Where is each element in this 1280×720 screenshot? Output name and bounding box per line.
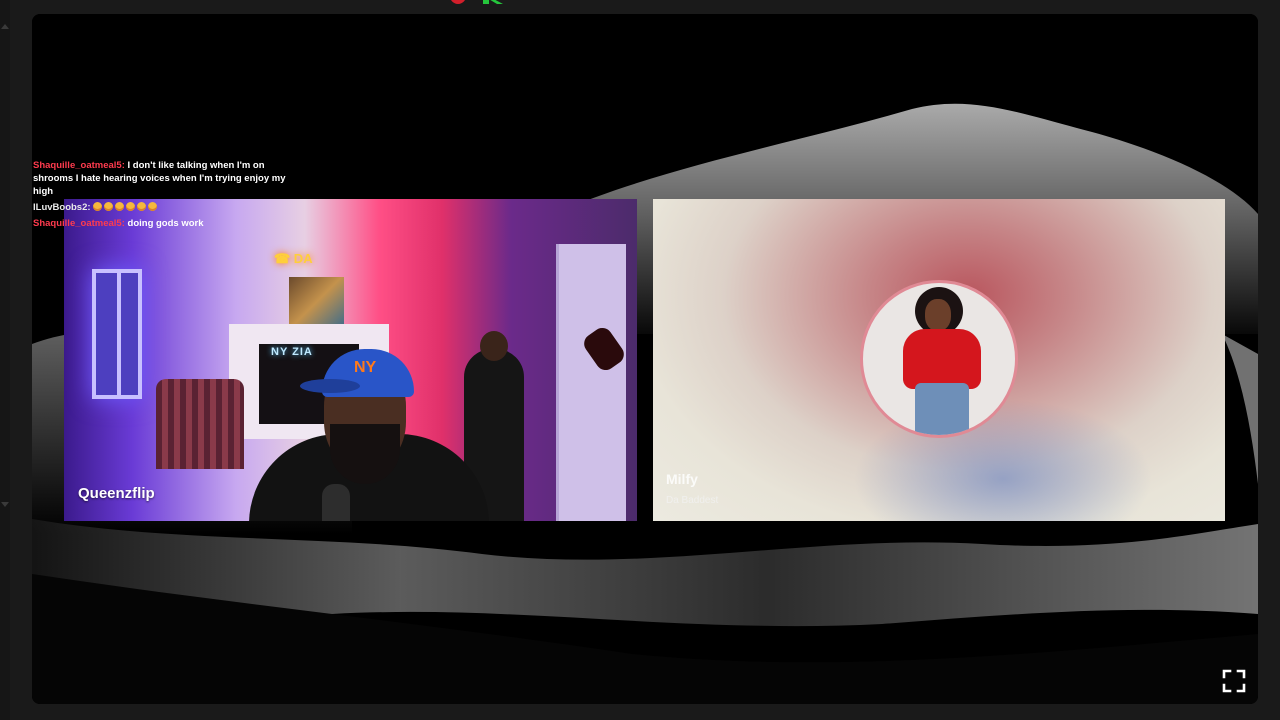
chat-message: Shaquille_oatmeal5: I don't like talking… (33, 159, 303, 198)
smiling-face-emote-icon (104, 202, 114, 211)
fullscreen-icon (1222, 669, 1246, 693)
chair (156, 379, 244, 469)
fireplace-neon-sign: NY ZIA (271, 346, 313, 358)
door (556, 244, 626, 521)
participant-name: Milfy (666, 471, 698, 487)
smiling-face-emote-icon (126, 202, 136, 211)
avatar-jeans (915, 383, 969, 435)
chat-overlay: Shaquille_oatmeal5: I don't like talking… (33, 159, 303, 233)
scroll-down-arrow-icon[interactable] (1, 502, 9, 507)
chat-emotes (93, 202, 159, 213)
scroll-up-arrow-icon[interactable] (1, 24, 9, 29)
participant-avatar (860, 280, 1018, 438)
painting (289, 277, 344, 327)
participant-name: Queenzflip (78, 485, 155, 502)
avatar-red-jacket (903, 329, 981, 389)
smiling-face-emote-icon (93, 202, 103, 211)
logo-red-mark (450, 0, 466, 4)
chat-message: ILuvBoobs2: (33, 201, 303, 214)
fullscreen-button[interactable] (1222, 669, 1246, 693)
window (92, 269, 142, 399)
chat-username[interactable]: Shaquille_oatmeal5: (33, 218, 125, 229)
smiling-face-emote-icon (148, 202, 158, 211)
avatar-face (925, 299, 951, 331)
logo-green-k (483, 0, 503, 4)
chat-text: doing gods work (127, 218, 204, 229)
mic-stand (322, 484, 350, 521)
smiling-face-emote-icon (137, 202, 147, 211)
video-player[interactable]: Shaquille_oatmeal5: I don't like talking… (32, 14, 1258, 704)
cap-logo: NY (354, 359, 377, 376)
participant-tile-queenzflip[interactable]: ☎ DA NY ZIA NY Queenzflip (64, 199, 637, 521)
side-scrollbar[interactable] (0, 0, 10, 720)
chat-username[interactable]: ILuvBoobs2: (33, 202, 91, 213)
site-logo (445, 0, 515, 4)
chat-message: Shaquille_oatmeal5: doing gods work (33, 217, 303, 230)
participant-tile-milfy[interactable]: Milfy Da Baddest (653, 199, 1225, 521)
smiling-face-emote-icon (115, 202, 125, 211)
chat-username[interactable]: Shaquille_oatmeal5: (33, 160, 125, 171)
neon-sign: ☎ DA (274, 251, 313, 266)
participant-subtitle: Da Baddest (666, 495, 719, 506)
